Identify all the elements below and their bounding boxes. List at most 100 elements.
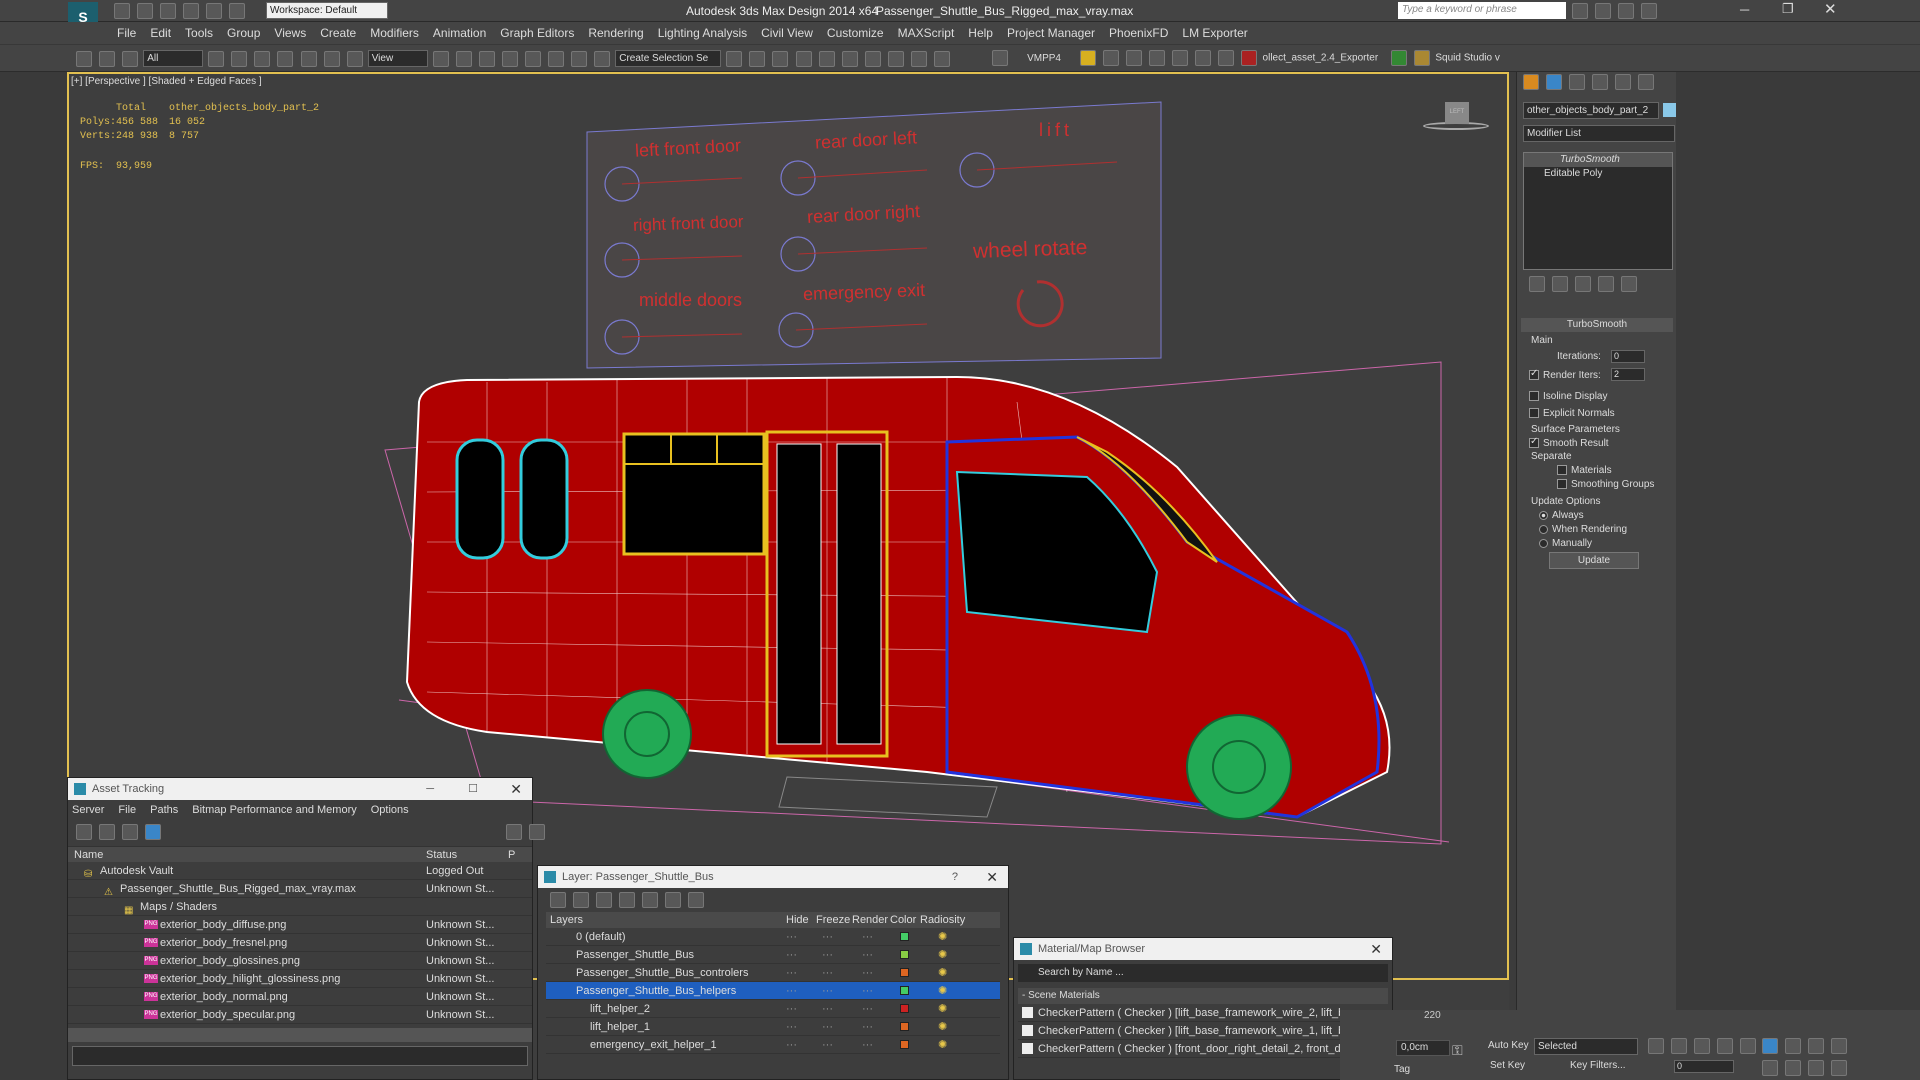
asset-row[interactable]: PNG exterior_body_normal.png Unknown St... xyxy=(68,988,532,1006)
smooth-result-checkbox[interactable] xyxy=(1529,436,1539,449)
field-of-view-icon[interactable] xyxy=(1785,1060,1802,1076)
scene-materials-header[interactable]: - Scene Materials xyxy=(1018,988,1388,1004)
layer-hide-toggle[interactable]: ··· xyxy=(786,1018,797,1035)
material-icon[interactable] xyxy=(1218,50,1235,66)
menu-rendering[interactable]: Rendering xyxy=(581,22,650,44)
show-end-result-icon[interactable] xyxy=(1552,276,1569,292)
radiosity-icon[interactable]: ✺ xyxy=(938,928,947,945)
layer-hide-toggle[interactable]: ··· xyxy=(786,964,797,981)
render-preset-icon[interactable] xyxy=(992,50,1008,66)
angle-snap-icon[interactable] xyxy=(525,50,541,67)
asset-menu-file[interactable]: File xyxy=(118,804,136,816)
exporter-icon[interactable] xyxy=(1241,50,1258,66)
key-filters-button[interactable]: Key Filters... xyxy=(1570,1060,1626,1071)
zoom-extents-icon[interactable] xyxy=(1808,1038,1825,1054)
layer-titlebar[interactable]: Layer: Passenger_Shuttle_Bus ? ✕ xyxy=(538,866,1008,888)
stack-item-editable-poly[interactable]: Editable Poly xyxy=(1524,167,1672,181)
make-unique-icon[interactable] xyxy=(1575,276,1592,292)
render-preset-label[interactable]: VMPP4 xyxy=(1027,53,1061,64)
graphite-toggle-icon[interactable] xyxy=(795,50,812,67)
rendered-frame-icon[interactable] xyxy=(910,50,927,67)
layer-name[interactable]: lift_helper_2 xyxy=(590,1000,650,1017)
column-freeze[interactable]: Freeze xyxy=(816,912,850,928)
material-search-field[interactable]: Search by Name ... xyxy=(1018,964,1388,982)
asset-menu-paths[interactable]: Paths xyxy=(150,804,178,816)
layer-name[interactable]: Passenger_Shuttle_Bus_controlers xyxy=(576,964,748,981)
layer-color-swatch[interactable] xyxy=(900,986,909,995)
layer-name[interactable]: Passenger_Shuttle_Bus_helpers xyxy=(576,982,736,999)
menu-customize[interactable]: Customize xyxy=(820,22,891,44)
menu-create[interactable]: Create xyxy=(313,22,363,44)
move-icon[interactable] xyxy=(300,50,317,67)
asset-tracking-titlebar[interactable]: Asset Tracking ─ ☐ ✕ xyxy=(68,778,532,800)
column-path[interactable]: P xyxy=(508,847,515,863)
rectangle-selection-icon[interactable] xyxy=(254,50,271,67)
keyboard-shortcut-icon[interactable] xyxy=(478,50,495,67)
key-icon[interactable]: ⚿ xyxy=(1452,1042,1463,1059)
help-icon[interactable] xyxy=(506,824,523,840)
layer-hide-toggle[interactable]: ··· xyxy=(786,982,797,999)
binoculars-icon[interactable] xyxy=(1572,3,1588,19)
layer-hide-toggle[interactable]: ··· xyxy=(786,1000,797,1017)
always-radio[interactable] xyxy=(1539,510,1548,520)
layer-manager-icon[interactable] xyxy=(772,50,789,67)
selected-dropdown[interactable]: Selected xyxy=(1534,1038,1638,1055)
materials-checkbox[interactable] xyxy=(1557,465,1567,476)
layer-name[interactable]: 0 (default) xyxy=(576,928,626,945)
zoom-extents-all-icon[interactable] xyxy=(1831,1038,1848,1054)
rotate-icon[interactable] xyxy=(323,50,340,67)
goto-end-icon[interactable] xyxy=(1740,1038,1757,1054)
layer-name[interactable]: Passenger_Shuttle_Bus xyxy=(576,946,694,963)
save-icon[interactable] xyxy=(160,3,177,19)
reference-coord-dropdown[interactable]: View xyxy=(367,50,428,67)
hold-icon[interactable] xyxy=(229,3,246,19)
menu-edit[interactable]: Edit xyxy=(143,22,178,44)
column-radiosity[interactable]: Radiosity xyxy=(920,912,965,928)
column-layers[interactable]: Layers xyxy=(550,912,583,928)
menu-project-manager[interactable]: Project Manager xyxy=(1000,22,1102,44)
menu-animation[interactable]: Animation xyxy=(426,22,493,44)
menu-file[interactable]: File xyxy=(110,22,143,44)
select-manipulate-icon[interactable] xyxy=(455,50,472,67)
favorites-star-icon[interactable] xyxy=(1618,3,1635,19)
axis-icon[interactable] xyxy=(1172,50,1189,66)
layer-name[interactable]: emergency_exit_helper_1 xyxy=(590,1036,717,1053)
radiosity-icon[interactable]: ✺ xyxy=(938,964,947,981)
layer-freeze-toggle[interactable]: ··· xyxy=(822,946,833,963)
layer-color-swatch[interactable] xyxy=(900,1004,909,1013)
viewport-label[interactable]: [+] [Perspective ] [Shaded + Edged Faces… xyxy=(71,76,262,87)
layer-freeze-toggle[interactable]: ··· xyxy=(822,982,833,999)
menu-tools[interactable]: Tools xyxy=(178,22,220,44)
bind-space-warp-icon[interactable] xyxy=(122,50,139,67)
layer-freeze-toggle[interactable]: ··· xyxy=(822,928,833,945)
render-setup-icon[interactable] xyxy=(887,50,904,67)
layer-color-swatch[interactable] xyxy=(900,932,909,941)
create-layer-icon[interactable] xyxy=(550,892,566,908)
motion-tab-icon[interactable] xyxy=(1592,74,1609,90)
coord-field[interactable]: 0,0cm xyxy=(1396,1040,1450,1056)
display-tab-icon[interactable] xyxy=(1615,74,1632,90)
layer-name[interactable]: lift_helper_1 xyxy=(590,1018,650,1035)
configure-sets-icon[interactable] xyxy=(1621,276,1638,292)
manually-radio[interactable] xyxy=(1539,538,1548,548)
asset-row[interactable]: PNG exterior_body_diffuse.png Unknown St..… xyxy=(68,916,532,934)
table-view-icon[interactable] xyxy=(145,824,162,840)
when-rendering-radio[interactable] xyxy=(1539,524,1548,534)
exporter-label[interactable]: ollect_asset_2.4_Exporter xyxy=(1263,53,1379,64)
snaps-toggle-icon[interactable] xyxy=(501,50,518,67)
redo-icon[interactable] xyxy=(206,3,223,19)
time-config-icon[interactable] xyxy=(1762,1060,1778,1076)
next-frame-icon[interactable] xyxy=(1717,1038,1734,1054)
help-icon[interactable] xyxy=(1641,3,1658,19)
select-object-icon[interactable] xyxy=(208,50,225,67)
menu-phoenixfd[interactable]: PhoenixFD xyxy=(1102,22,1175,44)
material-row[interactable]: CheckerPattern ( Checker ) [front_door_r… xyxy=(1018,1040,1388,1058)
iterations-spinner[interactable]: 0 xyxy=(1611,350,1645,363)
object-color-swatch[interactable] xyxy=(1663,103,1676,117)
auto-key-button[interactable]: Auto Key xyxy=(1488,1040,1529,1051)
zoom-all-icon[interactable] xyxy=(1785,1038,1802,1054)
restore-button[interactable]: ❐ xyxy=(1782,1,1794,17)
column-status[interactable]: Status xyxy=(426,847,457,863)
layer-color-swatch[interactable] xyxy=(900,1040,909,1049)
workspace-dropdown[interactable]: Workspace: Default xyxy=(266,2,388,19)
